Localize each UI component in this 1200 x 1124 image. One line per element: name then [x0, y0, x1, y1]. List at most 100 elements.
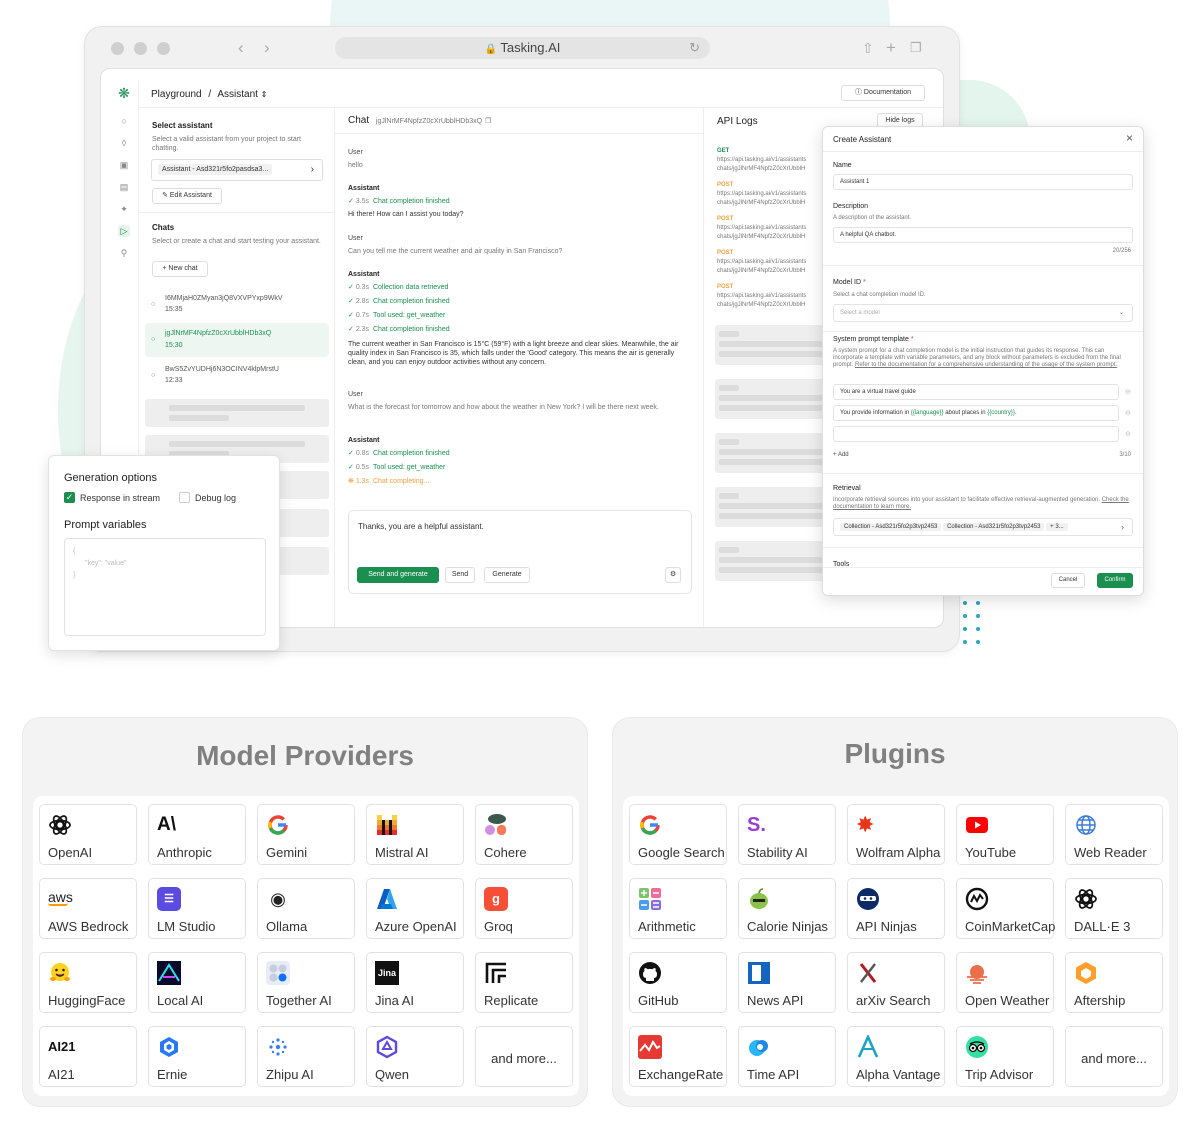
layers-icon[interactable]: ◊	[118, 137, 130, 149]
plugin-card-aftership[interactable]: Aftership	[1065, 952, 1163, 1013]
plugin-card-time-api[interactable]: Time API	[738, 1026, 836, 1087]
add-prompt-button[interactable]: + Add	[833, 451, 849, 460]
new-chat-button[interactable]: + New chat	[152, 261, 208, 277]
reload-icon[interactable]: ↻	[689, 37, 700, 59]
log-entry[interactable]: POST https://api.tasking.ai/v1/assistant…	[717, 215, 827, 242]
documentation-button[interactable]: ⓘ Documentation	[841, 85, 925, 101]
plugin-card-github[interactable]: GitHub	[629, 952, 727, 1013]
chat-list-item[interactable]: ○ BwS5ZvYUDHj6N3OCINV4klpMrstU 12:33	[145, 362, 329, 390]
prompt-variables-editor[interactable]: { "key": "value" }	[64, 538, 266, 636]
plugins-more-card[interactable]: and more...	[1065, 1026, 1163, 1087]
provider-card-anthropic[interactable]: A\ Anthropic	[148, 804, 246, 865]
forward-icon[interactable]: ›	[264, 38, 270, 58]
share-icon[interactable]: ⇧	[862, 38, 874, 58]
plugin-card-api-ninjas[interactable]: API Ninjas	[847, 878, 945, 939]
assistant-select[interactable]: Assistant - Asd321r5fo2pasdsa3... ›	[151, 159, 323, 181]
log-entry[interactable]: POST https://api.tasking.ai/v1/assistant…	[717, 283, 827, 310]
name-input[interactable]: Assistant 1	[833, 174, 1133, 190]
provider-card-ernie[interactable]: Ernie	[148, 1026, 246, 1087]
robot-icon[interactable]: ▣	[118, 159, 130, 171]
send-button[interactable]: Send	[445, 567, 475, 583]
remove-icon[interactable]: ⊖	[1125, 388, 1131, 397]
plugin-card-wolfram-alpha[interactable]: ✸ Wolfram Alpha	[847, 804, 945, 865]
close-icon[interactable]: ×	[1126, 131, 1133, 145]
plugin-card-arithmetic[interactable]: Arithmetic	[629, 878, 727, 939]
breadcrumb-current[interactable]: Assistant	[217, 89, 258, 100]
chevron-updown-icon[interactable]: ⇕	[261, 90, 268, 99]
generate-button[interactable]: Generate	[484, 567, 530, 583]
database-icon[interactable]: ▤	[118, 181, 130, 193]
new-tab-icon[interactable]: +	[886, 38, 896, 58]
plugin-card-news-api[interactable]: News API	[738, 952, 836, 1013]
retrieval-select[interactable]: Collection - Asd321r5fo2p3tvp2453 Collec…	[833, 518, 1133, 536]
window-zoom-dot[interactable]	[157, 42, 170, 55]
provider-card-local-ai[interactable]: Local AI	[148, 952, 246, 1013]
plugin-card-dalle-3[interactable]: DALL·E 3	[1065, 878, 1163, 939]
plugin-card-open-weather[interactable]: Open Weather	[956, 952, 1054, 1013]
alpha-vantage-icon	[857, 1035, 879, 1058]
provider-card-replicate[interactable]: Replicate	[475, 952, 573, 1013]
provider-card-cohere[interactable]: Cohere	[475, 804, 573, 865]
provider-card-azure-openai[interactable]: Azure OpenAI	[366, 878, 464, 939]
cancel-button[interactable]: Cancel	[1051, 573, 1085, 588]
prompt-block-input[interactable]	[833, 426, 1119, 442]
plugin-card-arxiv-search[interactable]: arXiv Search	[847, 952, 945, 1013]
debug-checkbox[interactable]	[179, 492, 190, 503]
plugin-card-exchangerate[interactable]: ExchangeRate	[629, 1026, 727, 1087]
provider-card-lm-studio[interactable]: ☰ LM Studio	[148, 878, 246, 939]
prompt-docs-link[interactable]: Refer to the documentation for a compreh…	[855, 362, 1117, 368]
plugin-card-youtube[interactable]: YouTube	[956, 804, 1054, 865]
model-select[interactable]: Select a model ⌄	[833, 304, 1133, 322]
edit-assistant-button[interactable]: ✎ Edit Assistant	[152, 188, 222, 204]
prompt-block-input[interactable]: You are a virtual travel guide	[833, 384, 1119, 400]
check-icon: ✓	[348, 326, 354, 333]
provider-card-zhipu-ai[interactable]: Zhipu AI	[257, 1026, 355, 1087]
provider-card-gemini[interactable]: Gemini	[257, 804, 355, 865]
log-entry[interactable]: GET https://api.tasking.ai/v1/assistants…	[717, 147, 827, 174]
provider-card-huggingface[interactable]: HuggingFace	[39, 952, 137, 1013]
plugin-card-calorie-ninjas[interactable]: Calorie Ninjas	[738, 878, 836, 939]
description-input[interactable]: A helpful QA chatbot.	[833, 227, 1133, 243]
settings-icon[interactable]: ⚙	[665, 567, 681, 583]
provider-card-qwen[interactable]: Qwen	[366, 1026, 464, 1087]
plugin-icon[interactable]: ✦	[118, 203, 130, 215]
send-and-generate-button[interactable]: Send and generate	[357, 567, 439, 583]
log-entry[interactable]: POST https://api.tasking.ai/v1/assistant…	[717, 249, 827, 276]
address-bar[interactable]: 🔒 Tasking.AI ↻	[335, 37, 710, 59]
key-icon[interactable]: ⚲	[118, 247, 130, 259]
message-composer[interactable]: Thanks, you are a helpful assistant. Sen…	[348, 510, 692, 594]
home-icon[interactable]: ○	[118, 115, 130, 127]
message-input[interactable]: Thanks, you are a helpful assistant.	[358, 522, 484, 531]
provider-card-mistral[interactable]: Mistral AI	[366, 804, 464, 865]
plugin-card-web-reader[interactable]: Web Reader	[1065, 804, 1163, 865]
chat-list-item-active[interactable]: ○ jgJlNrMF4NpfzZ0cXrUbblHDb3xQ 15:30	[145, 323, 329, 357]
provider-card-groq[interactable]: g Groq	[475, 878, 573, 939]
provider-card-ollama[interactable]: ◉ Ollama	[257, 878, 355, 939]
remove-icon[interactable]: ⊖	[1125, 430, 1131, 439]
log-entry[interactable]: POST https://api.tasking.ai/v1/assistant…	[717, 181, 827, 208]
prompt-block-input[interactable]: You provide information in {{language}} …	[833, 405, 1119, 421]
providers-more-card[interactable]: and more...	[475, 1026, 573, 1087]
playground-icon[interactable]: ▷	[118, 225, 130, 237]
provider-card-jina-ai[interactable]: Jina Jina AI	[366, 952, 464, 1013]
provider-card-openai[interactable]: OpenAI	[39, 804, 137, 865]
chat-list-item[interactable]: ○ I6MMjaH0ZMyan3jQ8VXVPYxp9WkV 15:35	[145, 291, 329, 319]
tabs-icon[interactable]: ❐	[910, 38, 922, 58]
window-minimize-dot[interactable]	[134, 42, 147, 55]
remove-icon[interactable]: ⊖	[1125, 409, 1131, 418]
plugin-card-trip-advisor[interactable]: Trip Advisor	[956, 1026, 1054, 1087]
plugin-card-alpha-vantage[interactable]: Alpha Vantage	[847, 1026, 945, 1087]
window-close-dot[interactable]	[111, 42, 124, 55]
plugin-card-coinmarketcap[interactable]: CoinMarketCap	[956, 878, 1055, 939]
plugin-card-google-search[interactable]: Google Search	[629, 804, 727, 865]
stream-checkbox[interactable]: ✓	[64, 492, 75, 503]
confirm-button[interactable]: Confirm	[1097, 573, 1133, 588]
provider-card-together-ai[interactable]: Together AI	[257, 952, 355, 1013]
back-icon[interactable]: ‹	[238, 38, 244, 58]
chat-id: jgJlNrMF4NpfzZ0cXrUbblHDb3xQ	[375, 118, 483, 125]
provider-card-aws-bedrock[interactable]: aws AWS Bedrock	[39, 878, 137, 939]
breadcrumb-root[interactable]: Playground	[151, 89, 202, 100]
copy-icon[interactable]: ❐	[485, 118, 491, 125]
provider-card-ai21[interactable]: AI21 AI21	[39, 1026, 137, 1087]
plugin-card-stability-ai[interactable]: S. Stability AI	[738, 804, 836, 865]
